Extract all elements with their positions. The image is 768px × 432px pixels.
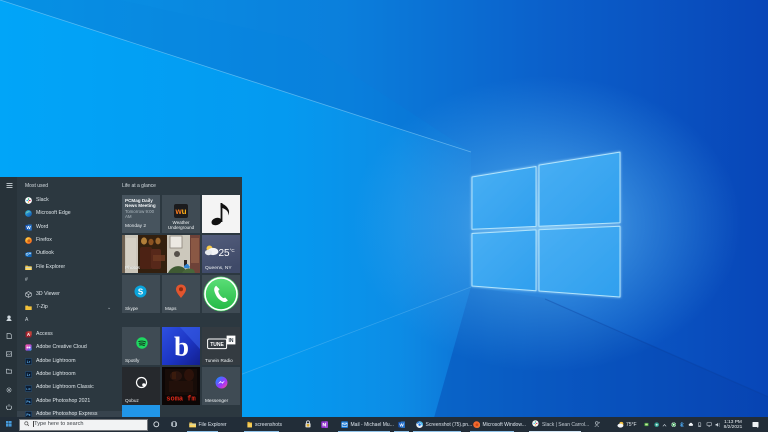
svg-text:S: S <box>138 287 144 296</box>
svg-text:O: O <box>25 252 28 256</box>
svg-text:b: b <box>174 332 189 362</box>
svg-text:soma fm: soma fm <box>166 396 195 404</box>
svg-text:W: W <box>399 422 404 427</box>
svg-text:Ps: Ps <box>26 400 30 404</box>
svg-text:wu: wu <box>174 207 186 216</box>
svg-text:LrC: LrC <box>26 386 31 390</box>
svg-text:W: W <box>26 225 31 230</box>
svg-text:TUNE: TUNE <box>210 342 224 348</box>
svg-text:2: 2 <box>756 425 758 428</box>
svg-text:IN: IN <box>229 338 234 344</box>
